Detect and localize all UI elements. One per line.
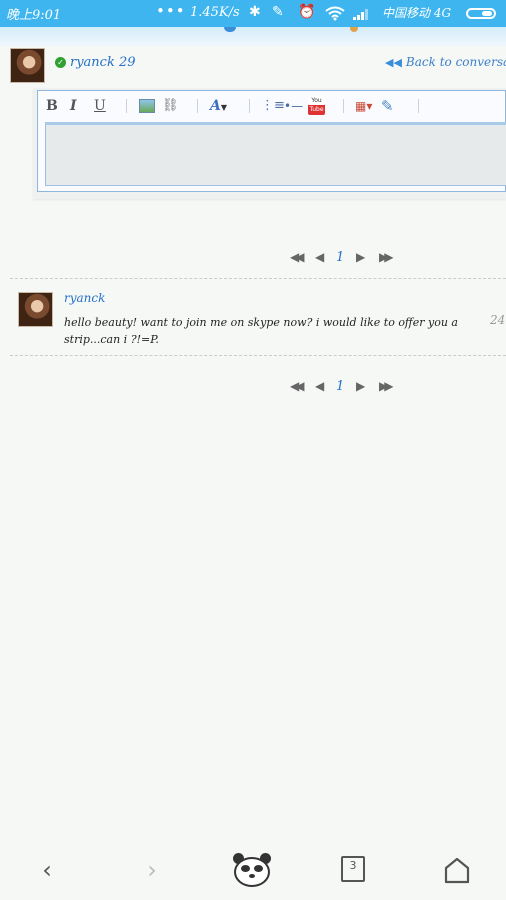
status-time: 晚上9:01 <box>6 8 62 23</box>
bold-button[interactable]: B <box>46 97 58 115</box>
carrier-label: 中国移动 4G <box>382 6 452 20</box>
toolbar-separator <box>126 99 127 113</box>
chevron-left-icon: ‹ <box>42 856 52 884</box>
next-page-button[interactable]: ▶ <box>356 250 365 264</box>
network-speed: 1.45K/s <box>190 5 240 20</box>
home-button[interactable] <box>232 850 272 890</box>
home-icon <box>444 857 470 884</box>
divider <box>10 278 506 279</box>
header-tab-indicator <box>224 27 236 32</box>
youtube-label-top: You <box>308 96 325 105</box>
browser-bottom-nav: ‹ › 3 <box>0 838 506 900</box>
font-label: A <box>210 98 221 114</box>
editor-toolbar: B I U ⛓ A▼ ⋮≡ •— You Tube ▦▾ ✎ <box>38 91 505 121</box>
italic-button[interactable]: I <box>70 97 77 115</box>
battery-icon <box>466 8 496 19</box>
back-to-conversations-link[interactable]: ◀◀Back to conversati <box>385 55 506 69</box>
mute-icon: ✎ <box>272 4 284 20</box>
table-button[interactable]: ▦▾ <box>355 97 372 115</box>
toolbar-separator <box>249 99 250 113</box>
last-page-button[interactable]: ▶▶ <box>379 379 394 393</box>
youtube-icon[interactable]: You Tube <box>308 96 325 115</box>
tabs-count: 3 <box>349 859 357 872</box>
tabs-icon: 3 <box>341 856 365 882</box>
tabs-button[interactable]: 3 <box>335 850 375 890</box>
message-avatar[interactable] <box>18 292 53 327</box>
message-time: 24 <box>490 313 506 327</box>
clear-format-icon[interactable]: ✎ <box>381 97 394 115</box>
toolbar-separator <box>197 99 198 113</box>
message-textarea[interactable] <box>45 122 506 186</box>
wifi-icon <box>325 6 345 21</box>
youtube-label-bottom: Tube <box>309 106 324 113</box>
conversation-username[interactable]: ryanck 29 <box>70 55 136 70</box>
prev-page-button[interactable]: ◀ <box>315 379 324 393</box>
image-icon[interactable] <box>139 99 155 113</box>
status-dots: ••• <box>156 2 186 20</box>
bluetooth-icon: ✱ <box>249 4 261 20</box>
divider <box>10 355 506 356</box>
panda-icon <box>232 853 272 887</box>
prev-page-button[interactable]: ◀ <box>315 250 324 264</box>
back-link-label: Back to conversati <box>405 55 506 69</box>
status-bar: 晚上9:01 ••• 1.45K/s ✱ ✎ ⏰ 中国移动 4G <box>0 0 506 27</box>
horizontal-rule-button[interactable]: •— <box>284 97 303 115</box>
next-page-button[interactable]: ▶ <box>356 379 365 393</box>
first-page-button[interactable]: ◀◀ <box>290 379 305 393</box>
back-button[interactable]: ‹ <box>27 850 67 890</box>
link-icon[interactable]: ⛓ <box>162 97 179 115</box>
current-page-link[interactable]: 1 <box>336 250 344 265</box>
current-page-link[interactable]: 1 <box>336 379 344 394</box>
reply-editor: B I U ⛓ A▼ ⋮≡ •— You Tube ▦▾ ✎ <box>37 90 506 192</box>
menu-button[interactable] <box>437 850 477 890</box>
first-page-button[interactable]: ◀◀ <box>290 250 305 264</box>
double-chevron-left-icon: ◀◀ <box>385 56 402 69</box>
bullet-list-button[interactable]: ⋮≡ <box>261 97 285 115</box>
forward-button[interactable]: › <box>132 850 172 890</box>
font-color-button[interactable]: A▼ <box>210 97 227 115</box>
header-tab-indicator-accent <box>350 27 358 32</box>
last-page-button[interactable]: ▶▶ <box>379 250 394 264</box>
toolbar-separator <box>418 99 419 113</box>
signal-icon <box>353 9 368 20</box>
chevron-right-icon: › <box>147 856 157 884</box>
avatar[interactable] <box>10 48 45 83</box>
message-text: hello beauty! want to join me on skype n… <box>64 316 458 346</box>
message-author[interactable]: ryanck <box>64 291 105 305</box>
toolbar-separator <box>343 99 344 113</box>
online-check-icon: ✓ <box>55 57 66 68</box>
header-strip <box>0 27 506 47</box>
alarm-icon: ⏰ <box>298 4 316 20</box>
dropdown-arrow-icon: ▼ <box>220 102 228 112</box>
underline-button[interactable]: U <box>94 97 106 115</box>
